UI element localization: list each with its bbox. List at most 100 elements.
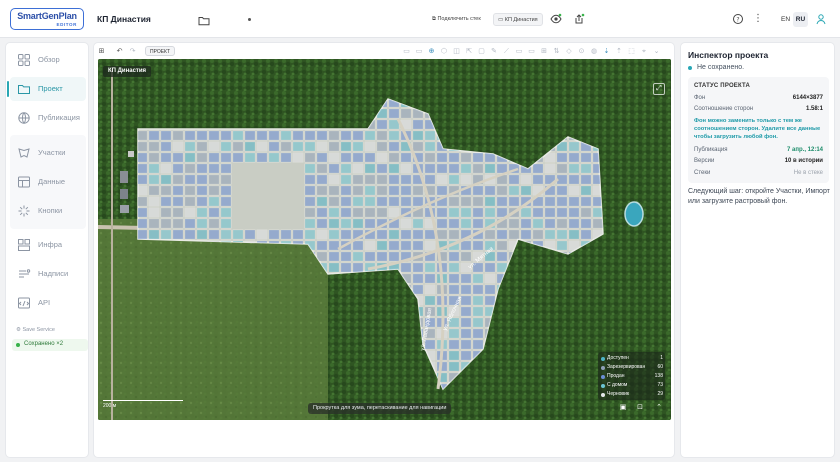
plot-cell[interactable] (328, 262, 340, 273)
plot-cell[interactable] (424, 163, 436, 174)
plot-cell[interactable] (328, 229, 340, 240)
plot-cell[interactable] (316, 196, 328, 207)
plot-cell[interactable] (448, 174, 460, 185)
plot-cell[interactable] (208, 163, 220, 174)
plot-cell[interactable] (388, 108, 400, 119)
plot-cell[interactable] (556, 229, 568, 240)
plot-cell[interactable] (304, 152, 316, 163)
plot-cell[interactable] (376, 207, 388, 218)
plot-cell[interactable] (400, 185, 412, 196)
plot-cell[interactable] (388, 141, 400, 152)
plot-cell[interactable] (328, 218, 340, 229)
plot-cell[interactable] (256, 152, 268, 163)
plot-cell[interactable] (484, 207, 496, 218)
plot-cell[interactable] (568, 229, 580, 240)
plot-cell[interactable] (340, 130, 352, 141)
plot-cell[interactable] (364, 207, 376, 218)
plot-cell[interactable] (472, 306, 484, 317)
plot-cell[interactable] (160, 163, 172, 174)
plot-cell[interactable] (472, 295, 484, 306)
plot-cell[interactable] (592, 218, 603, 229)
plot-cell[interactable] (137, 207, 148, 218)
plot-cell[interactable] (532, 218, 544, 229)
plot-cell[interactable] (460, 207, 472, 218)
plot-cell[interactable] (556, 240, 568, 251)
plot-cell[interactable] (304, 229, 316, 240)
map-collapse-icon[interactable]: ⌃ (654, 403, 664, 413)
plot-cell[interactable] (460, 317, 472, 328)
plot-cell[interactable] (376, 163, 388, 174)
plot-cell[interactable] (328, 251, 340, 262)
plot-cell[interactable] (424, 262, 436, 273)
plot-cell[interactable] (220, 141, 232, 152)
plot-cell[interactable] (172, 229, 184, 240)
plot-cell[interactable] (280, 152, 292, 163)
plot-cell[interactable] (580, 163, 592, 174)
canvas-tool-2-icon[interactable]: ▭ (415, 47, 424, 56)
plot-cell[interactable] (568, 196, 580, 207)
plot-cell[interactable] (172, 218, 184, 229)
plot-cell[interactable] (400, 108, 412, 119)
plot-cell[interactable] (376, 251, 388, 262)
plot-cell[interactable] (472, 163, 484, 174)
sidebar-item-plots[interactable]: Участки (10, 141, 86, 165)
plot-cell[interactable] (544, 218, 556, 229)
plot-cell[interactable] (460, 273, 472, 284)
project-chip[interactable]: ▭ КП Династия (493, 13, 543, 26)
plot-cell[interactable] (460, 152, 472, 163)
plot-cell[interactable] (484, 262, 496, 273)
plot-cell[interactable] (472, 339, 484, 350)
plot-cell[interactable] (352, 185, 364, 196)
plot-cell[interactable] (484, 284, 496, 295)
plot-cell[interactable] (232, 152, 244, 163)
preview-eye-icon[interactable] (550, 13, 562, 25)
plot-cell[interactable] (376, 174, 388, 185)
plot-cell[interactable] (448, 218, 460, 229)
plot-cell[interactable] (448, 196, 460, 207)
plot-cell[interactable] (196, 207, 208, 218)
plot-cell[interactable] (460, 163, 472, 174)
plot-cell[interactable] (340, 196, 352, 207)
plot-cell[interactable] (484, 229, 496, 240)
canvas-tool-17-icon[interactable]: ⇣ (602, 47, 611, 56)
plot-cell[interactable] (172, 163, 184, 174)
plot-cell[interactable] (208, 141, 220, 152)
plot-cell[interactable] (424, 284, 436, 295)
plot-cell[interactable] (280, 229, 292, 240)
plot-cell[interactable] (220, 152, 232, 163)
plot-cell[interactable] (160, 185, 172, 196)
plot-cell[interactable] (376, 229, 388, 240)
plot-cell[interactable] (196, 185, 208, 196)
plot-cell[interactable] (292, 130, 304, 141)
plot-cell[interactable] (184, 218, 196, 229)
plot-cell[interactable] (388, 207, 400, 218)
plot-cell[interactable] (412, 229, 424, 240)
plot-cell[interactable] (280, 130, 292, 141)
plot-cell[interactable] (568, 174, 580, 185)
plot-cell[interactable] (184, 152, 196, 163)
plot-cell[interactable] (400, 262, 412, 273)
plot-cell[interactable] (184, 130, 196, 141)
plot-cell[interactable] (220, 185, 232, 196)
plot-cell[interactable] (292, 152, 304, 163)
plot-cell[interactable] (256, 130, 268, 141)
plot-cell[interactable] (424, 141, 436, 152)
sidebar-item-labels[interactable]: Надписи (10, 262, 86, 286)
plot-cell[interactable] (424, 229, 436, 240)
plot-cell[interactable] (280, 141, 292, 152)
fullscreen-icon[interactable]: ⤢ (653, 83, 665, 95)
plot-cell[interactable] (460, 251, 472, 262)
plot-cell[interactable] (460, 306, 472, 317)
plot-cell[interactable] (137, 141, 148, 152)
plot-cell[interactable] (544, 163, 556, 174)
plot-cell[interactable] (400, 240, 412, 251)
plot-cell[interactable] (160, 196, 172, 207)
sidebar-item-buttons[interactable]: Кнопки (10, 199, 86, 223)
plot-cell[interactable] (400, 174, 412, 185)
plot-cell[interactable] (196, 163, 208, 174)
plot-cell[interactable] (448, 339, 460, 350)
lang-en-button[interactable]: EN (778, 12, 793, 27)
plot-cell[interactable] (496, 251, 508, 262)
plot-cell[interactable] (172, 196, 184, 207)
plot-cell[interactable] (220, 196, 232, 207)
